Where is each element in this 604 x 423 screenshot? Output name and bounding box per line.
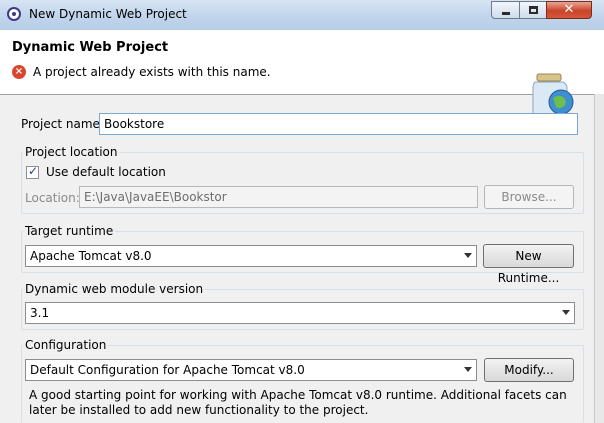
- location-input[interactable]: E:\Java\JavaEE\Bookstor: [79, 186, 478, 208]
- window-edge: [594, 94, 604, 423]
- minimize-button[interactable]: [491, 1, 520, 19]
- maximize-icon: [529, 6, 538, 14]
- eclipse-icon: [7, 7, 21, 21]
- configuration-description: A good starting point for working with A…: [29, 388, 567, 417]
- chevron-down-icon: [464, 253, 472, 258]
- project-location-group-label: Project location: [23, 145, 120, 159]
- error-icon: ×: [12, 65, 26, 79]
- title-bar: New Dynamic Web Project ✕: [0, 0, 604, 30]
- module-version-select[interactable]: 3.1: [25, 302, 575, 324]
- modify-button[interactable]: Modify...: [484, 358, 574, 382]
- configuration-value: Default Configuration for Apache Tomcat …: [30, 363, 305, 377]
- configuration-select[interactable]: Default Configuration for Apache Tomcat …: [25, 359, 477, 381]
- target-runtime-value: Apache Tomcat v8.0: [30, 249, 152, 263]
- project-name-input[interactable]: Bookstore: [99, 113, 578, 135]
- chevron-down-icon: [562, 310, 570, 315]
- use-default-location-checkbox[interactable]: [26, 164, 39, 179]
- project-name-label: Project name:: [21, 117, 104, 131]
- target-runtime-select[interactable]: Apache Tomcat v8.0: [25, 245, 477, 267]
- browse-button[interactable]: Browse...: [484, 185, 574, 209]
- maximize-button[interactable]: [519, 1, 547, 19]
- use-default-location-label: Use default location: [46, 165, 166, 179]
- close-button[interactable]: ✕: [546, 1, 592, 19]
- location-label: Location:: [25, 191, 80, 205]
- module-version-value: 3.1: [30, 306, 50, 320]
- module-version-group-label: Dynamic web module version: [23, 282, 206, 296]
- chevron-down-icon: [464, 367, 472, 372]
- minimize-icon: [502, 12, 510, 15]
- new-runtime-button[interactable]: New Runtime...: [483, 244, 574, 285]
- page-title: Dynamic Web Project: [12, 40, 169, 55]
- close-icon: ✕: [563, 2, 575, 17]
- wizard-header: Dynamic Web Project × A project already …: [0, 30, 604, 117]
- window-title: New Dynamic Web Project: [29, 7, 187, 21]
- target-runtime-group-label: Target runtime: [23, 224, 116, 238]
- configuration-group-label: Configuration: [23, 338, 109, 352]
- error-message: A project already exists with this name.: [33, 65, 271, 79]
